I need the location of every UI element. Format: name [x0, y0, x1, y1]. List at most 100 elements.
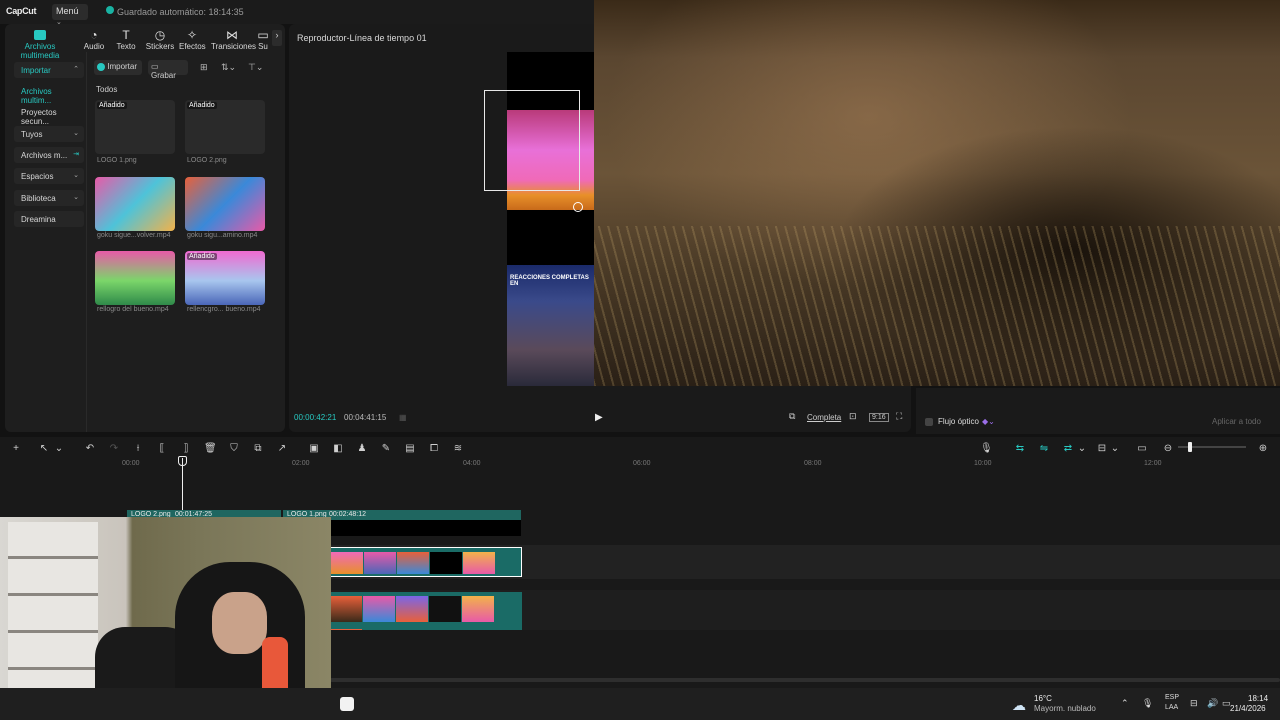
playhead[interactable]	[182, 458, 183, 516]
quality-selector[interactable]: Completa	[807, 413, 841, 422]
properties-panel: Flujo óptico ◆⌄ Aplicar a todo	[916, 388, 1280, 434]
media-thumb-logo2[interactable]: Añadido	[185, 100, 265, 154]
magnet-icon[interactable]: ⇋	[1038, 443, 1050, 454]
sidebar-item-files-m[interactable]: Archivos m... ⇥	[14, 147, 84, 163]
delete-icon[interactable]: 🗑	[204, 443, 217, 454]
caption-icon[interactable]: ▤	[404, 443, 416, 454]
person-icon[interactable]: ♟	[356, 443, 368, 454]
capcut-taskbar-icon[interactable]	[340, 697, 354, 711]
import-button[interactable]: Importar	[94, 60, 142, 75]
grid-view-icon[interactable]: ⊞	[200, 62, 208, 73]
crop-tool-icon[interactable]: ⧉	[252, 443, 264, 454]
media-thumb-video2[interactable]	[185, 177, 265, 231]
rotate-handle-icon[interactable]	[573, 202, 583, 212]
sidebar-item-import[interactable]: Importar ⌃	[14, 62, 84, 78]
media-name: LOGO 1.png	[97, 157, 137, 164]
microphone-icon[interactable]: 🎙	[1142, 698, 1153, 709]
add-track-icon[interactable]: +	[10, 443, 22, 454]
tab-label: Su	[258, 42, 268, 51]
tab-media[interactable]: Archivos multimedia	[9, 28, 71, 60]
chevron-up-icon[interactable]: ⌃	[1121, 698, 1129, 709]
record-button[interactable]: ▭ Grabar	[148, 60, 188, 80]
media-thumb-logo1[interactable]: Añadido	[95, 100, 175, 154]
zoom-out-icon[interactable]: ⊖	[1162, 443, 1174, 454]
sidebar-item-label: Dreamina	[21, 215, 56, 224]
link-main-track-icon[interactable]: ⇆	[1014, 443, 1026, 454]
chevron-down-icon[interactable]: ⌄	[1109, 443, 1121, 454]
preview-axis-icon[interactable]: ⊟	[1096, 443, 1108, 454]
selection-box[interactable]	[484, 90, 580, 191]
freeze-icon[interactable]: ▣	[308, 443, 320, 454]
play-icon[interactable]: ▶	[595, 412, 603, 423]
video-clip[interactable]	[330, 592, 522, 630]
media-thumb-video1[interactable]	[95, 177, 175, 231]
clock-time[interactable]: 18:14	[1248, 694, 1268, 703]
menu-button[interactable]: Menú ⌄	[52, 4, 88, 26]
media-thumb-video3[interactable]	[95, 251, 175, 305]
magic-icon[interactable]: ✎	[380, 443, 392, 454]
camera-icon: ▭	[151, 62, 159, 71]
clip-black[interactable]	[330, 520, 521, 536]
tab-text[interactable]: T Texto	[115, 28, 137, 51]
tab-effects[interactable]: ✧ Efectos	[179, 28, 206, 51]
sidebar-item-dreamina[interactable]: Dreamina	[14, 211, 84, 227]
tabs-scroll-right-icon[interactable]: ›	[272, 30, 282, 46]
time-tick: 06:00	[633, 460, 651, 467]
zoom-slider[interactable]	[1178, 442, 1246, 452]
language-bottom[interactable]: LAA	[1165, 704, 1178, 711]
split-icon[interactable]: ⟊	[132, 443, 144, 454]
timecode-icon[interactable]: ▦	[399, 413, 407, 422]
export-frame-icon[interactable]: ⧠	[428, 443, 440, 454]
select-tool-icon[interactable]: ↖	[38, 443, 50, 454]
caption-track-icon[interactable]: ▭	[1136, 443, 1148, 454]
optical-flow-checkbox[interactable]	[925, 418, 933, 426]
redo-icon[interactable]: ↷	[108, 443, 120, 454]
tab-transitions[interactable]: ⋈ Transiciones	[211, 28, 257, 51]
media-icon	[9, 28, 71, 42]
clock-date[interactable]: 21/4/2026	[1230, 704, 1266, 713]
media-thumb-video4[interactable]: Añadido	[185, 251, 265, 305]
sidebar-item-yours[interactable]: Tuyos ⌄	[14, 126, 84, 142]
weather-icon: ☁	[1012, 697, 1026, 713]
sidebar-item-label: Importar	[21, 66, 51, 75]
webcam-frame: REACCIONES COMPLETAS EN	[507, 265, 594, 386]
language-top[interactable]: ESP	[1165, 694, 1179, 701]
apply-all-button[interactable]: Aplicar a todo	[1212, 417, 1261, 426]
timeline-scrollbar[interactable]	[330, 678, 1280, 682]
split-right-icon[interactable]: ⟧	[180, 443, 192, 454]
speed-icon[interactable]: ↗	[276, 443, 288, 454]
tab-label: Transiciones	[211, 42, 257, 51]
playhead-handle[interactable]	[178, 456, 187, 466]
tab-label: Efectos	[179, 42, 206, 51]
sidebar-item-media-files[interactable]: Archivos multim...	[14, 83, 84, 105]
split-left-icon[interactable]: ⟦	[156, 443, 168, 454]
sidebar-item-secondary-projects[interactable]: Proyectos secun...	[14, 104, 84, 126]
link-icon[interactable]: ⇄	[1062, 443, 1074, 454]
undo-icon[interactable]: ↶	[84, 443, 96, 454]
mirror-icon[interactable]: ◧	[332, 443, 344, 454]
screenshot-icon[interactable]: ⊡	[849, 411, 857, 422]
player-canvas[interactable]: REACCIONES COMPLETAS EN	[484, 52, 594, 386]
fullscreen-icon[interactable]: ⛶	[896, 411, 902, 422]
tab-stickers[interactable]: ◷ Stickers	[145, 28, 175, 51]
crop-icon[interactable]: ⧉	[789, 411, 795, 422]
audio-wave-icon[interactable]: ≋	[452, 443, 464, 454]
chevron-down-icon[interactable]: ⌄	[53, 443, 65, 454]
ratio-button[interactable]: 9:16	[869, 413, 889, 422]
tab-subtitles[interactable]: ▭ Su	[257, 28, 269, 51]
chevron-down-icon: ⌄	[73, 130, 79, 137]
volume-icon[interactable]: 🔊	[1207, 698, 1218, 709]
chevron-down-icon[interactable]: ⌄	[1076, 443, 1088, 454]
sort-icon[interactable]: ⇅⌄	[221, 62, 236, 73]
zoom-handle[interactable]	[1188, 442, 1192, 452]
shield-icon[interactable]: ⛉	[228, 443, 240, 454]
grass-texture	[594, 226, 1280, 386]
zoom-in-icon[interactable]: ⊕	[1257, 443, 1269, 454]
filter-icon[interactable]: ⊤⌄	[248, 62, 263, 73]
video-clip-selected[interactable]	[330, 547, 522, 577]
sidebar-item-library[interactable]: Biblioteca ⌄	[14, 190, 84, 206]
microphone-icon[interactable]: 🎙	[980, 443, 993, 454]
network-icon[interactable]: ⊟	[1190, 698, 1198, 709]
sidebar-item-spaces[interactable]: Espacios ⌄	[14, 168, 84, 184]
tab-audio[interactable]: ◔ Audio	[83, 28, 105, 51]
